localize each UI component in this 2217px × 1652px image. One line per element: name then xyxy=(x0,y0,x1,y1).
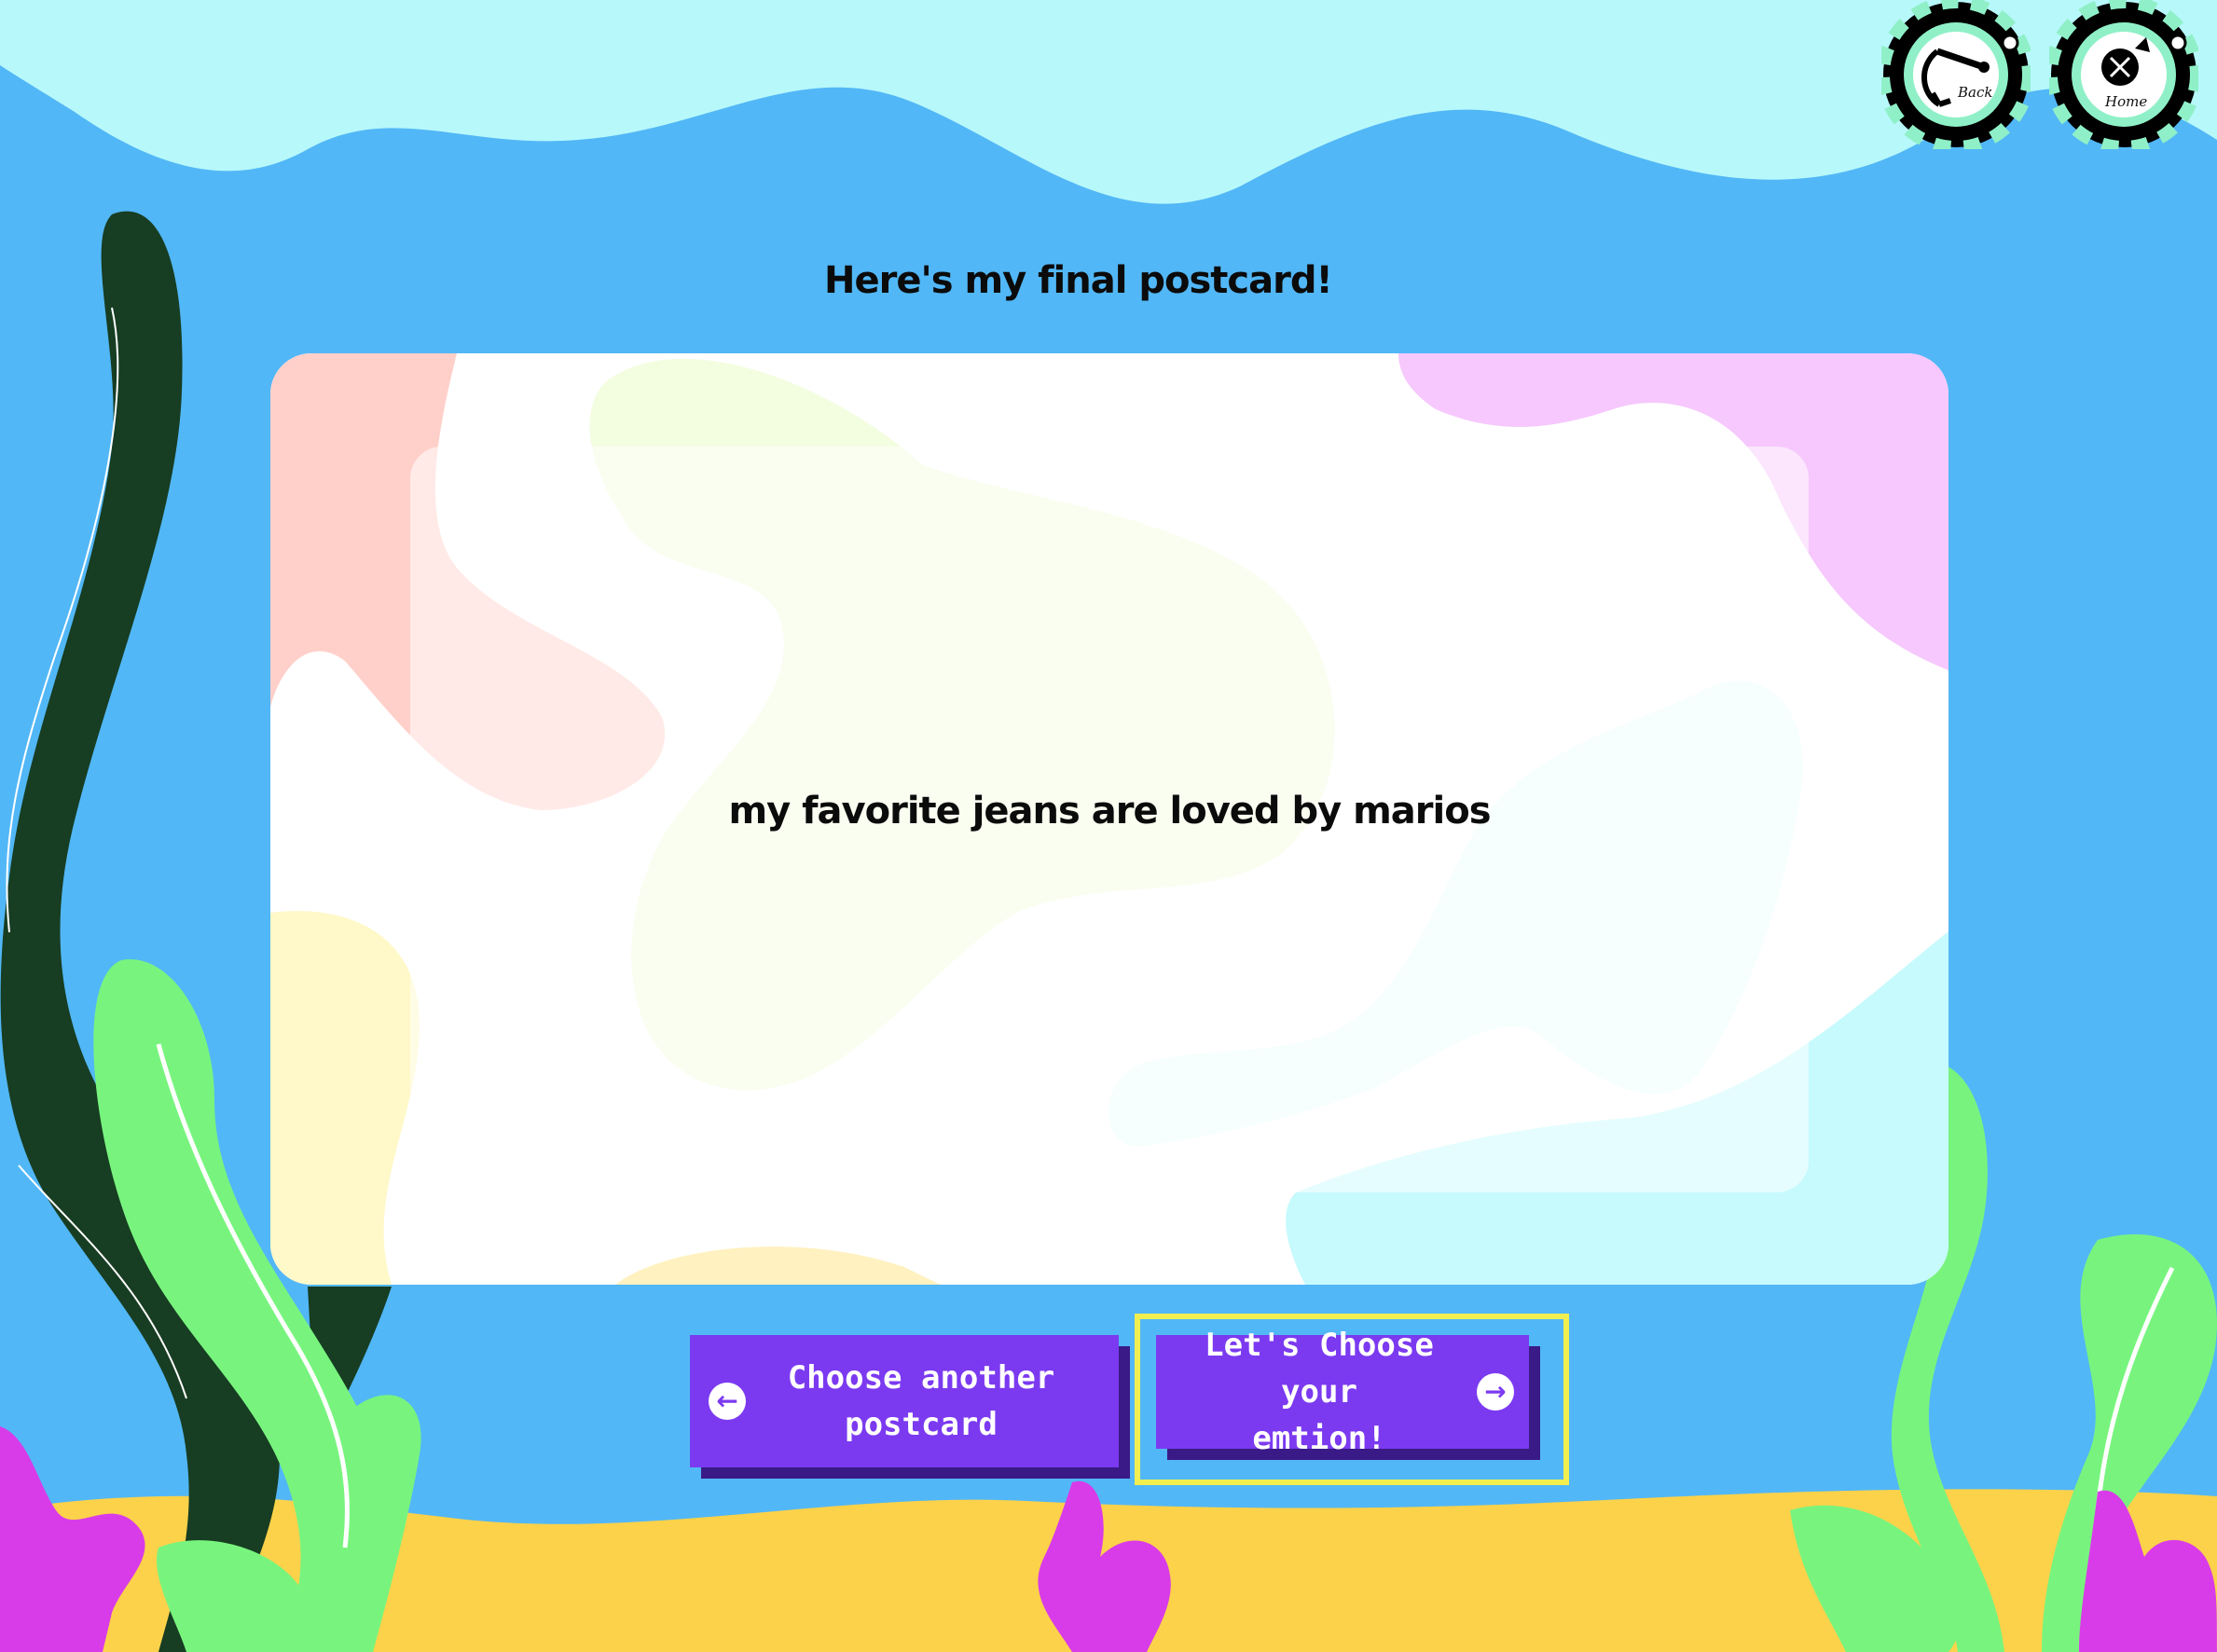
home-label: Home xyxy=(2105,93,2148,110)
page-title: Here's my final postcard! xyxy=(824,259,1333,302)
choose-another-postcard-button[interactable]: ← Choose another postcard xyxy=(690,1335,1119,1467)
back-button[interactable]: Back xyxy=(1881,0,2031,149)
home-button[interactable]: Home xyxy=(2049,0,2198,149)
postcard-message: my favorite jeans are loved by marios xyxy=(728,790,1491,833)
anchor-icon xyxy=(1881,0,2031,149)
compass-icon xyxy=(2049,0,2198,149)
arrow-right-icon: → xyxy=(1477,1373,1514,1411)
arrow-left-icon: ← xyxy=(709,1383,746,1420)
choose-emotion-button[interactable]: Let's Choose your emtion! → xyxy=(1156,1327,1529,1457)
choose-emotion-label: Let's Choose your emtion! xyxy=(1205,1327,1434,1457)
back-label: Back xyxy=(1958,84,1993,101)
postcard: my favorite jeans are loved by marios xyxy=(270,353,1948,1285)
choose-another-label: Choose another postcard xyxy=(787,1359,1055,1443)
